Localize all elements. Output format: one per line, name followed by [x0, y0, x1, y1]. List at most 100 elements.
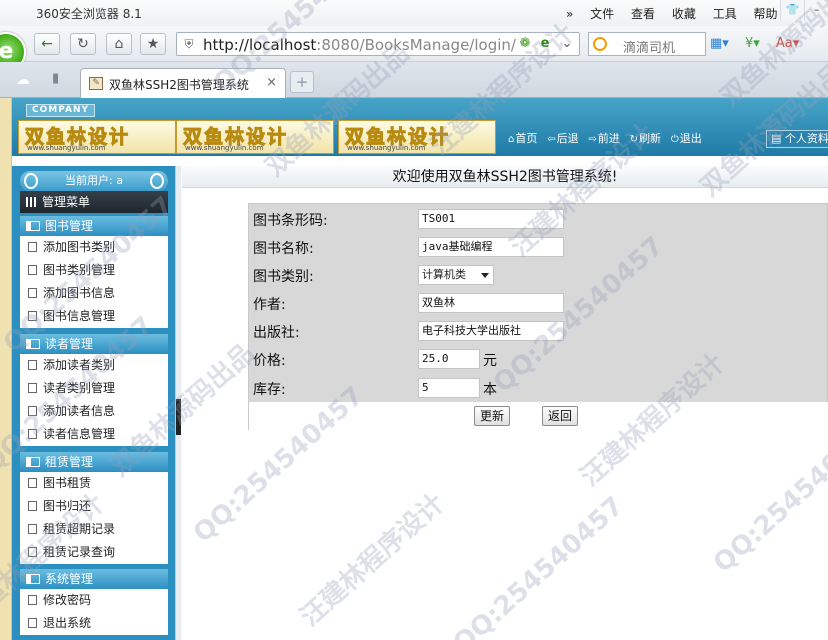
menu-item-reader-info-manage[interactable]: 读者信息管理 — [20, 423, 168, 446]
left-gutter — [0, 98, 12, 640]
speed-mode-icon[interactable]: ❁ — [517, 36, 533, 52]
url-path: :8080/BooksManage/login/l — [316, 36, 517, 54]
home-icon: ⌂ — [508, 134, 515, 145]
personal-profile-button[interactable]: ▤ 个人资料修改 — [766, 130, 828, 148]
tab-close-icon[interactable]: × — [266, 75, 277, 90]
skin-icon[interactable]: 👕 — [780, 0, 804, 20]
back-icon: ⇦ — [547, 134, 556, 145]
company-badge: COMPANY — [26, 104, 95, 117]
barcode-field[interactable]: TS001 — [418, 209, 564, 229]
group-header[interactable]: 读者管理 — [20, 334, 168, 354]
menu-item-book-return[interactable]: 图书归还 — [20, 495, 168, 518]
back-arrow-icon[interactable]: ← — [34, 33, 60, 55]
menu-item-reader-category-manage[interactable]: 读者类别管理 — [20, 377, 168, 400]
menu-item-rental-query[interactable]: 租赁记录查询 — [20, 541, 168, 564]
nav-home[interactable]: ⌂首页 — [508, 130, 537, 146]
menu-item-add-reader-category[interactable]: 添加读者类别 — [20, 354, 168, 377]
category-selected-value: 计算机类 — [422, 268, 466, 281]
menu-item-label: 退出系统 — [43, 616, 92, 630]
favorite-star-icon[interactable]: ★ — [140, 33, 166, 55]
management-menu-header: 管理菜单 — [20, 191, 168, 213]
document-icon — [28, 618, 37, 628]
document-icon — [28, 360, 37, 370]
menu-favorites[interactable]: 收藏 — [672, 7, 696, 21]
author-field[interactable]: 双鱼林 — [418, 293, 564, 313]
refresh-icon: ↻ — [629, 134, 639, 145]
minimize-button[interactable]: – — [804, 0, 828, 20]
document-icon — [28, 265, 37, 275]
toolbar-icons: ▦▾ ¥▾ Aa▾ — [710, 36, 811, 51]
translate-icon[interactable]: Aa▾ — [776, 36, 799, 51]
menu-item-label: 图书租赁 — [43, 476, 92, 490]
group-title: 租赁管理 — [45, 455, 94, 469]
menu-tools[interactable]: 工具 — [713, 7, 737, 21]
category-label: 图书类别: — [253, 269, 314, 285]
search-box[interactable]: 滴滴司机 — [588, 32, 706, 56]
sidebar-toggle-icon[interactable]: ▮ — [52, 71, 59, 86]
nav-logout[interactable]: ⏻退出 — [671, 130, 702, 146]
cloud-icon[interactable]: ☁ — [16, 72, 30, 88]
new-tab-button[interactable]: + — [290, 71, 314, 93]
group-header[interactable]: 图书管理 — [20, 216, 168, 236]
publisher-field[interactable]: 电子科技大学出版社 — [418, 321, 564, 341]
category-select[interactable]: 计算机类 — [418, 265, 494, 285]
stock-field[interactable]: 5 — [418, 378, 480, 398]
menu-item-label: 租赁记录查询 — [43, 545, 116, 559]
personal-profile-label: 个人资料修改 — [784, 132, 828, 145]
menu-file[interactable]: 文件 — [590, 7, 614, 21]
menu-item-book-info-manage[interactable]: 图书信息管理 — [20, 305, 168, 328]
browser-mode-icon[interactable]: e — [537, 36, 553, 52]
menu-view[interactable]: 查看 — [631, 7, 655, 21]
group-header[interactable]: 系统管理 — [20, 569, 168, 589]
back-button[interactable]: 返回 — [542, 406, 579, 426]
document-icon — [28, 406, 37, 416]
menu-item-overdue-records[interactable]: 租赁超期记录 — [20, 518, 168, 541]
tab-book-system[interactable]: ✎ 双鱼林SSH2图书管理系统 × — [80, 68, 286, 98]
wallet-icon[interactable]: ¥▾ — [745, 36, 760, 51]
ring-icon — [24, 173, 38, 189]
refresh-icon[interactable]: ↻ — [70, 33, 96, 55]
barcode-label: 图书条形码: — [253, 213, 328, 229]
watermark-text: QQ:254540457 — [707, 411, 828, 579]
update-button[interactable]: 更新 — [474, 406, 511, 426]
sidebar-splitter[interactable] — [175, 166, 181, 640]
splitter-handle[interactable] — [176, 399, 181, 435]
menu-item-change-password[interactable]: 修改密码 — [20, 589, 168, 612]
form-actions: 更新 返回 — [249, 402, 828, 430]
home-icon[interactable]: ⌂ — [106, 33, 132, 55]
price-field[interactable]: 25.0 — [418, 349, 480, 369]
menu-item-label: 读者信息管理 — [43, 427, 116, 441]
menu-overflow[interactable]: » — [566, 7, 573, 21]
document-icon — [28, 547, 37, 557]
menu-item-label: 图书信息管理 — [43, 309, 116, 323]
folder-icon — [26, 339, 40, 349]
menu-item-book-category-manage[interactable]: 图书类别管理 — [20, 259, 168, 282]
document-icon — [28, 595, 37, 605]
document-icon — [28, 501, 37, 511]
group-header[interactable]: 租赁管理 — [20, 452, 168, 472]
banner-url: www.shuangyulin.com — [27, 144, 106, 152]
header-nav: ⌂首页 ⇦后退 ⇨前进 ↻刷新 ⏻退出 — [508, 130, 708, 150]
nav-refresh[interactable]: ↻刷新 — [630, 130, 661, 146]
document-icon — [28, 478, 37, 488]
stock-unit: 本 — [483, 382, 497, 398]
apps-grid-icon[interactable]: ▦▾ — [710, 36, 729, 51]
address-bar[interactable]: ⛨ http://localhost:8080/BooksManage/logi… — [176, 32, 580, 56]
menu-item-logout[interactable]: 退出系统 — [20, 612, 168, 635]
menu-item-add-book-info[interactable]: 添加图书信息 — [20, 282, 168, 305]
browser-app-name: 360安全浏览器 8.1 — [36, 7, 142, 21]
url-dropdown-icon[interactable]: ⌄ — [559, 36, 575, 52]
search-placeholder: 滴滴司机 — [623, 41, 676, 56]
form-row-category: 图书类别: 计算机类 — [249, 262, 828, 290]
menu-item-book-rent[interactable]: 图书租赁 — [20, 472, 168, 495]
watermark-text: 汪建林程序设计 — [295, 488, 451, 633]
document-icon — [28, 242, 37, 252]
book-name-field[interactable]: java基础编程 — [418, 237, 564, 257]
nav-forward[interactable]: ⇨前进 — [588, 130, 619, 146]
form-row-barcode: 图书条形码: TS001 — [249, 206, 828, 234]
nav-back[interactable]: ⇦后退 — [547, 130, 578, 146]
page-header: COMPANY 双鱼林设计 www.shuangyulin.com 双鱼林设计 … — [12, 98, 828, 156]
menu-item-add-book-category[interactable]: 添加图书类别 — [20, 236, 168, 259]
menu-help[interactable]: 帮助 — [754, 7, 778, 21]
menu-item-add-reader-info[interactable]: 添加读者信息 — [20, 400, 168, 423]
